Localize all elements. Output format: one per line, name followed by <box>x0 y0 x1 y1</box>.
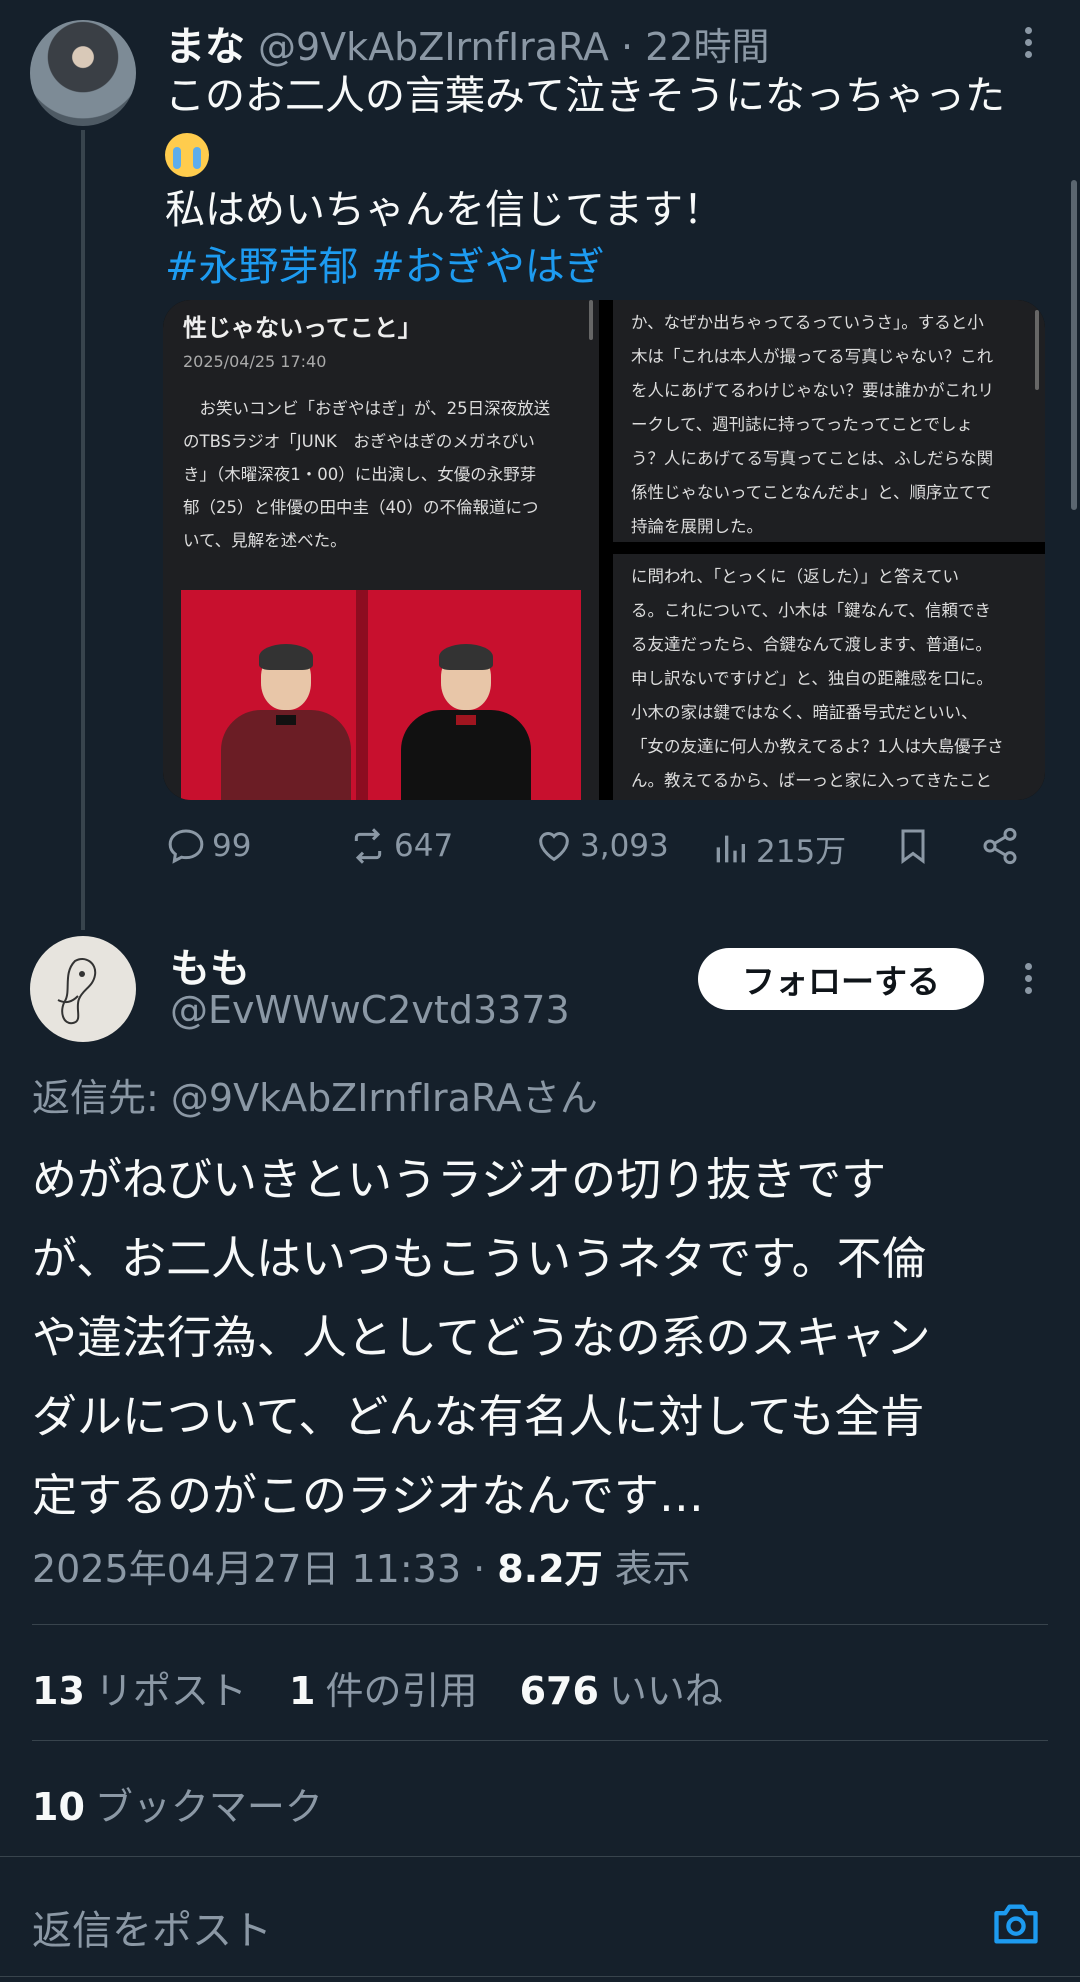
author-handle-time[interactable]: @9VkAbZIrnfIraRA · 22時間 <box>258 16 770 71</box>
reply-to: 返信先: @9VkAbZIrnfIraRAさん <box>32 1067 598 1122</box>
reposts-count: 13 <box>32 1669 85 1713</box>
reply-count: 99 <box>212 828 252 864</box>
scrollbar[interactable] <box>1071 180 1077 510</box>
article-body: お笑いコンビ「おぎやはぎ」が、25日深夜放送 のTBSラジオ「JUNK おぎやは… <box>183 392 583 557</box>
reply-line: が、お二人はいつもこういうネタです。不倫 <box>32 1232 927 1285</box>
tweet-text: このお二人の言葉みて泣きそうになっちゃった 私はめいちゃんを信じてます！ #永野… <box>165 68 1065 296</box>
article-line: る。これについて、小木は「鍵なんて、信頼でき <box>631 601 992 620</box>
more-icon[interactable] <box>1010 22 1046 62</box>
quotes-label: 件の引用 <box>325 1669 478 1713</box>
divider <box>32 1740 1048 1741</box>
like-count: 3,093 <box>580 828 669 864</box>
reply-to-handle[interactable]: @9VkAbZIrnfIraRA <box>171 1076 522 1120</box>
article-line: お笑いコンビ「おぎやはぎ」が、25日深夜放送 <box>183 399 551 418</box>
article-line: ークして、週刊誌に持ってったってことでしょ <box>631 415 974 434</box>
repost-action[interactable]: 647 <box>348 826 453 866</box>
reposts-label: リポスト <box>94 1669 247 1713</box>
timestamp-views: 2025年04月27日 11:33 · 8.2万 表示 <box>32 1538 691 1593</box>
bookmark-action[interactable] <box>893 826 933 866</box>
camera-icon[interactable] <box>990 1898 1042 1950</box>
views-count: 8.2万 <box>497 1547 603 1591</box>
reposts-stat[interactable]: 13 リポスト <box>32 1660 247 1715</box>
reply-line: や違法行為、人としてどうなの系のスキャン <box>32 1311 931 1364</box>
likes-label: いいね <box>608 1669 723 1713</box>
likes-stat[interactable]: 676 いいね <box>520 1660 723 1715</box>
more-icon[interactable] <box>1010 958 1046 998</box>
engagement-stats: 13 リポスト 1 件の引用 676 いいね <box>32 1660 753 1715</box>
reply-action[interactable]: 99 <box>166 826 251 866</box>
article-date: 2025/04/25 17:40 <box>183 352 327 371</box>
avatar[interactable] <box>30 20 136 126</box>
article-text: か、なぜか出ちゃってるっていうさ」。すると小 木は「これは本人が撮ってる写真じゃ… <box>631 306 1031 544</box>
reply-author-name[interactable]: もも <box>170 936 250 994</box>
article-line: 持論を展開した。 <box>631 517 763 536</box>
article-line: に問われ、「とっくに（返した）」と答えてい <box>631 567 960 586</box>
heart-icon <box>539 832 569 862</box>
article-photo <box>181 590 581 800</box>
likes-count: 676 <box>519 1669 599 1713</box>
crying-face-icon <box>165 133 209 177</box>
article-line: 係性じゃないってことなんだよ」と、順序立てて <box>631 483 993 502</box>
tweet-line: 私はめいちゃんを信じてます！ <box>165 187 723 233</box>
media-grid[interactable]: 性じゃないってこと」 2025/04/25 17:40 お笑いコンビ「おぎやはぎ… <box>163 300 1045 800</box>
bookmarks-stat[interactable]: 10 ブックマーク <box>32 1776 323 1831</box>
article-line: る友達だったら、合鍵なんて渡します、普通に。 <box>631 635 992 654</box>
article-line: 木は「これは本人が撮ってる写真じゃない？これ <box>631 347 994 366</box>
media-image-1[interactable]: 性じゃないってこと」 2025/04/25 17:40 お笑いコンビ「おぎやはぎ… <box>163 300 599 800</box>
bookmarks-count: 10 <box>32 1785 85 1829</box>
timestamp[interactable]: 2025年04月27日 11:33 · <box>32 1547 497 1591</box>
divider <box>0 1856 1080 1857</box>
article-line: か、なぜか出ちゃってるっていうさ」。すると小 <box>631 313 984 332</box>
divider <box>32 1624 1048 1625</box>
quotes-stat[interactable]: 1 件の引用 <box>289 1660 477 1715</box>
tweet-line: このお二人の言葉みて泣きそうになっちゃった <box>165 73 1005 119</box>
article-line: ん。教えてるから、ばーっと家に入ってきたこと <box>631 771 992 790</box>
article-line: き」（木曜深夜1・00）に出演し、女優の永野芽 <box>183 465 537 484</box>
article-line: を人にあげてるわけじゃない？要は誰かがこれリ <box>631 381 994 400</box>
avatar[interactable] <box>30 936 136 1042</box>
repost-count: 647 <box>394 828 454 864</box>
views-label: 表示 <box>602 1547 691 1591</box>
bookmark-icon <box>901 829 925 864</box>
author-name[interactable]: まな <box>165 14 245 72</box>
reply-to-suffix: さん <box>521 1076 598 1120</box>
reply-line: ダルについて、どんな有名人に対しても全肯 <box>32 1390 925 1443</box>
article-line: いて、見解を述べた。 <box>183 531 347 550</box>
reply-line: 定するのがこのラジオなんです… <box>32 1469 704 1522</box>
share-icon <box>983 827 1017 865</box>
like-action[interactable]: 3,093 <box>534 826 669 866</box>
media-image-3[interactable]: に問われ、「とっくに（返した）」と答えてい る。これについて、小木は「鍵なんて、… <box>613 554 1045 800</box>
divider <box>0 1976 1080 1977</box>
article-line: 郁（25）と俳優の田中圭（40）の不倫報道につ <box>183 498 539 517</box>
article-line: のTBSラジオ「JUNK おぎやはぎのメガネびい <box>183 432 535 451</box>
hashtag-link[interactable]: #おぎやはぎ <box>371 244 605 290</box>
reply-text: めがねびいきというラジオの切り抜きです が、お二人はいつもこういうネタです。不倫… <box>32 1140 1052 1535</box>
article-line: 小木の家は鍵ではなく、暗証番号式だといい、 <box>631 703 978 722</box>
article-headline: 性じゃないってこと」 <box>183 314 422 342</box>
reply-icon <box>168 829 204 864</box>
analytics-icon <box>716 835 745 862</box>
repost-icon <box>354 828 382 864</box>
views-action[interactable]: 215万 <box>710 826 846 871</box>
article-line: 「女の友達に何人か教えてるよ？1人は大島優子さ <box>631 737 1004 756</box>
view-count: 215万 <box>756 834 847 870</box>
sketch-drawing <box>57 957 97 1025</box>
article-line: 申し訳ないですけど」と、独自の距離感を口に。 <box>631 669 993 688</box>
follow-button[interactable]: フォローする <box>698 948 984 1010</box>
share-action[interactable] <box>980 826 1020 866</box>
reply-line: めがねびいきというラジオの切り抜きです <box>32 1153 887 1206</box>
article-line: う？人にあげてる写真ってことは、ふしだらな関 <box>631 449 994 468</box>
reply-author-handle[interactable]: @EvWWwC2vtd3373 <box>170 988 570 1032</box>
hashtag-link[interactable]: #永野芽郁 <box>165 244 359 290</box>
bookmarks-label: ブックマーク <box>94 1785 323 1829</box>
article-text: に問われ、「とっくに（返した）」と答えてい る。これについて、小木は「鍵なんて、… <box>631 560 1031 798</box>
reply-composer-input[interactable]: 返信をポスト <box>32 1898 272 1956</box>
quotes-count: 1 <box>289 1669 316 1713</box>
media-image-2[interactable]: か、なぜか出ちゃってるっていうさ」。すると小 木は「これは本人が撮ってる写真じゃ… <box>613 300 1045 542</box>
reply-to-label: 返信先: <box>32 1076 171 1120</box>
thread-line <box>81 130 85 930</box>
